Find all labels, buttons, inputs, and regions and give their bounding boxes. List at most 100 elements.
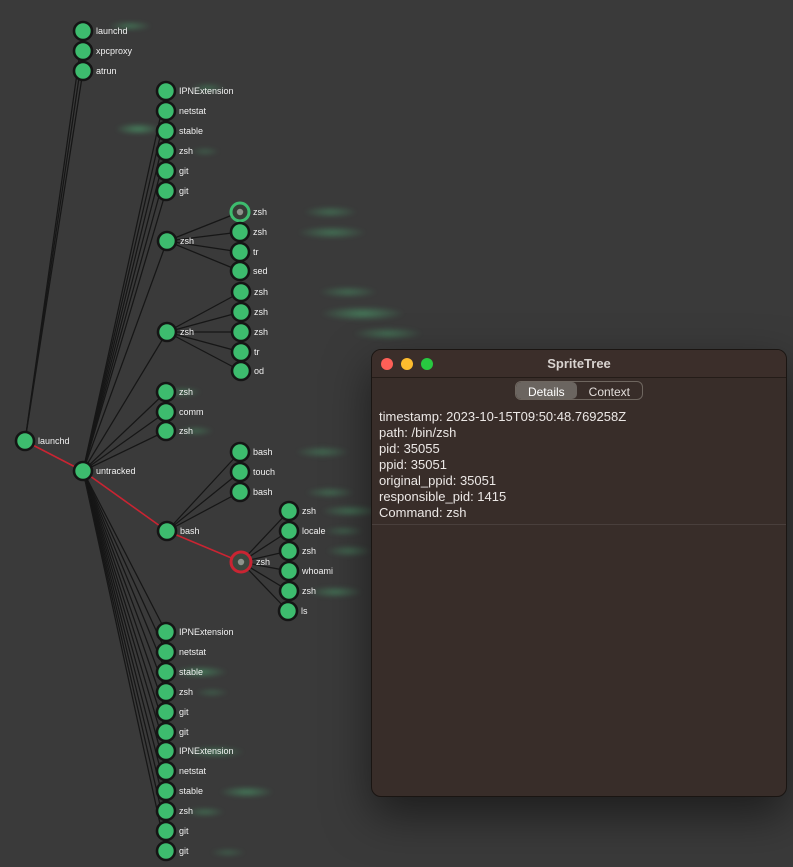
svg-text:stable: stable: [179, 667, 203, 677]
tree-edge: [83, 471, 166, 791]
tree-node-od[interactable]: od: [232, 362, 264, 380]
detail-line: responsible_pid: 1415: [379, 489, 779, 505]
svg-text:launchd: launchd: [96, 26, 128, 36]
svg-text:whoami: whoami: [301, 566, 333, 576]
tab-context[interactable]: Context: [577, 382, 642, 399]
svg-text:zsh: zsh: [179, 687, 193, 697]
svg-text:zsh: zsh: [254, 287, 268, 297]
tree-node-ls[interactable]: ls: [279, 602, 308, 620]
tree-node-git[interactable]: git: [157, 842, 189, 860]
svg-text:git: git: [179, 707, 189, 717]
detail-line: path: /bin/zsh: [379, 425, 779, 441]
tree-edge: [167, 531, 241, 562]
tree-edge: [167, 312, 241, 332]
svg-text:stable: stable: [179, 786, 203, 796]
tree-edge: [25, 71, 83, 441]
tree-node-comm[interactable]: comm: [157, 403, 204, 421]
svg-text:zsh: zsh: [254, 327, 268, 337]
detail-line: Command: zsh: [379, 505, 779, 521]
svg-text:stable: stable: [179, 126, 203, 136]
tree-edge: [83, 471, 166, 831]
tree-node-touch[interactable]: touch: [231, 463, 275, 481]
svg-text:atrun: atrun: [96, 66, 117, 76]
svg-text:git: git: [179, 846, 189, 856]
svg-text:zsh: zsh: [180, 236, 194, 246]
tree-node-netstat[interactable]: netstat: [157, 102, 207, 120]
tree-node-zsh[interactable]: zsh: [280, 582, 316, 600]
svg-text:netstat: netstat: [179, 766, 207, 776]
tree-node-whoami[interactable]: whoami: [280, 562, 333, 580]
tree-node-git[interactable]: git: [157, 182, 189, 200]
tree-node-zsh[interactable]: zsh: [157, 383, 193, 401]
tree-node-xpcproxy[interactable]: xpcproxy: [74, 42, 133, 60]
tree-node-zsh[interactable]: zsh: [280, 542, 316, 560]
tree-node-stable[interactable]: stable: [157, 122, 203, 140]
svg-text:git: git: [179, 186, 189, 196]
tree-node-git[interactable]: git: [157, 723, 189, 741]
tree-node-tr[interactable]: tr: [231, 243, 259, 261]
tree-node-zsh[interactable]: zsh: [157, 683, 193, 701]
tab-bar: Details Context: [372, 381, 786, 400]
tree-edge: [167, 472, 240, 531]
svg-text:tr: tr: [254, 347, 260, 357]
tree-node-locale[interactable]: locale: [280, 522, 326, 540]
tree-edge: [167, 292, 241, 332]
close-button[interactable]: [381, 358, 393, 370]
svg-text:zsh: zsh: [302, 506, 316, 516]
tree-edge: [83, 131, 166, 471]
tree-node-zsh[interactable]: zsh: [157, 142, 193, 160]
svg-text:zsh: zsh: [179, 387, 193, 397]
tree-edge: [83, 111, 166, 471]
tree-node-stable[interactable]: stable: [157, 782, 203, 800]
svg-text:netstat: netstat: [179, 647, 207, 657]
window-titlebar[interactable]: SpriteTree: [372, 350, 786, 378]
tree-edge: [167, 452, 240, 531]
tree-node-zsh[interactable]: zsh: [232, 283, 268, 301]
tree-node-launchd[interactable]: launchd: [74, 22, 128, 40]
tree-edge: [83, 91, 166, 471]
tree-node-tr[interactable]: tr: [232, 343, 260, 361]
tree-node-sed[interactable]: sed: [231, 262, 268, 280]
svg-text:zsh: zsh: [253, 207, 267, 217]
tree-node-atrun[interactable]: atrun: [74, 62, 117, 80]
tree-node-bash[interactable]: bash: [231, 443, 273, 461]
svg-text:bash: bash: [180, 526, 200, 536]
svg-text:zsh: zsh: [179, 806, 193, 816]
svg-text:zsh: zsh: [302, 586, 316, 596]
tree-node-zsh[interactable]: zsh: [231, 552, 270, 572]
zoom-button[interactable]: [421, 358, 433, 370]
details-panel: timestamp: 2023-10-15T09:50:48.769258Zpa…: [372, 400, 786, 521]
tree-node-zsh[interactable]: zsh: [231, 223, 267, 241]
minimize-button[interactable]: [401, 358, 413, 370]
tab-details[interactable]: Details: [516, 382, 577, 399]
tree-edge: [167, 241, 240, 252]
tree-node-IPNExtension[interactable]: IPNExtension: [157, 82, 234, 100]
tree-node-zsh[interactable]: zsh: [231, 203, 267, 221]
detail-line: original_ppid: 35051: [379, 473, 779, 489]
detail-line: pid: 35055: [379, 441, 779, 457]
tree-node-bash[interactable]: bash: [231, 483, 273, 501]
svg-text:zsh: zsh: [179, 426, 193, 436]
tree-node-IPNExtension[interactable]: IPNExtension: [157, 742, 234, 760]
tree-node-IPNExtension[interactable]: IPNExtension: [157, 623, 234, 641]
tree-edge: [83, 191, 166, 471]
svg-text:IPNExtension: IPNExtension: [179, 746, 234, 756]
tree-node-git[interactable]: git: [157, 822, 189, 840]
tree-edge: [83, 471, 166, 652]
tree-node-zsh[interactable]: zsh: [280, 502, 316, 520]
svg-text:od: od: [254, 366, 264, 376]
tree-node-stable[interactable]: stable: [157, 663, 203, 681]
svg-text:tr: tr: [253, 247, 259, 257]
tree-node-netstat[interactable]: netstat: [157, 762, 207, 780]
tree-node-git[interactable]: git: [157, 703, 189, 721]
tree-node-git[interactable]: git: [157, 162, 189, 180]
svg-text:zsh: zsh: [179, 146, 193, 156]
tree-node-netstat[interactable]: netstat: [157, 643, 207, 661]
tree-node-zsh[interactable]: zsh: [157, 422, 193, 440]
tree-node-zsh[interactable]: zsh: [157, 802, 193, 820]
tree-node-zsh[interactable]: zsh: [158, 232, 194, 250]
tree-node-untracked[interactable]: untracked: [74, 462, 136, 480]
tree-node-zsh[interactable]: zsh: [232, 323, 268, 341]
tree-node-launchd[interactable]: launchd: [16, 432, 70, 450]
tree-node-zsh[interactable]: zsh: [232, 303, 268, 321]
